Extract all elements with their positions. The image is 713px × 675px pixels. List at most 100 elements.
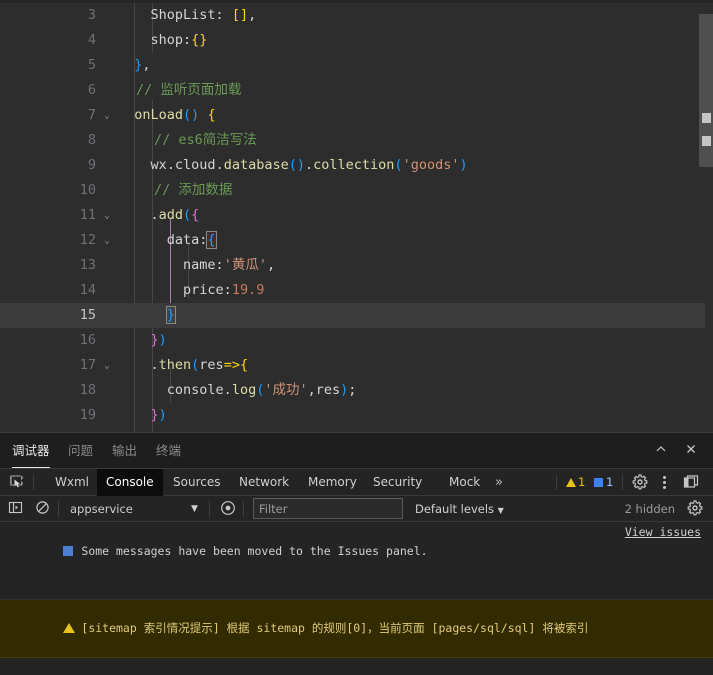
line-content: .add({ xyxy=(118,207,200,223)
close-icon[interactable] xyxy=(681,441,701,461)
chevron-up-icon[interactable] xyxy=(651,441,671,461)
line-content: name:'黄瓜', xyxy=(118,257,276,273)
dock-panel-icon[interactable] xyxy=(683,474,699,490)
more-tabs-icon[interactable]: » xyxy=(495,469,503,496)
gear-icon[interactable] xyxy=(687,500,703,516)
code-line[interactable]: 14 price:19.9 xyxy=(0,278,705,303)
console-sidebar-icon[interactable] xyxy=(8,500,26,518)
code-line[interactable]: 4 shop:{} xyxy=(0,28,705,53)
line-number: 11 xyxy=(79,207,96,223)
fold-chevron-down-icon[interactable]: ⌄ xyxy=(100,228,114,253)
console-output[interactable]: Some messages have been moved to the Iss… xyxy=(0,523,713,675)
code-line[interactable]: 6 // 监听页面加载 xyxy=(0,78,705,103)
tab-wxml[interactable]: Wxml xyxy=(46,469,98,496)
console-message-text: [sitemap 索引情况提示] 根据 sitemap 的规则[0]，当前页面 … xyxy=(81,621,589,635)
divider xyxy=(556,475,557,490)
tab-network[interactable]: Network xyxy=(230,469,298,496)
message-badge-icon xyxy=(594,478,603,487)
gear-icon[interactable] xyxy=(632,474,648,490)
editor-scrollbar-track[interactable] xyxy=(699,3,713,432)
line-number: 10 xyxy=(79,182,96,198)
panel-tab-output[interactable]: 输出 xyxy=(112,433,137,468)
line-content: console.log('成功',res); xyxy=(118,382,357,398)
panel-tab-terminal[interactable]: 终端 xyxy=(156,433,181,468)
tab-mock[interactable]: Mock xyxy=(440,469,489,496)
fold-chevron-down-icon[interactable]: ⌄ xyxy=(100,103,114,128)
console-context-select[interactable]: appservice xyxy=(70,499,210,519)
divider xyxy=(622,475,623,490)
divider xyxy=(58,501,59,517)
line-content: // es6简洁写法 xyxy=(154,132,257,148)
line-number: 14 xyxy=(79,282,96,298)
code-line[interactable]: 11 ⌄ .add({ xyxy=(0,203,705,228)
line-content: price:19.9 xyxy=(118,282,265,298)
tab-security[interactable]: Security xyxy=(364,469,431,496)
warning-count-value: 1 xyxy=(578,475,586,489)
code-line[interactable]: 8 // es6简洁写法 xyxy=(0,128,705,153)
line-number: 19 xyxy=(79,407,96,423)
clear-console-icon[interactable] xyxy=(35,500,53,518)
code-line[interactable]: 13 name:'黄瓜', xyxy=(0,253,705,278)
code-line[interactable]: 3 ShopList: [], xyxy=(0,3,705,28)
code-line[interactable]: 5 }, xyxy=(0,53,705,78)
view-issues-link[interactable]: View issues xyxy=(625,523,701,542)
code-line[interactable]: 7 ⌄ onLoad() { xyxy=(0,103,705,128)
console-filter-input[interactable] xyxy=(253,498,403,519)
line-content: ShopList: [], xyxy=(118,7,257,23)
line-number: 13 xyxy=(79,257,96,273)
message-count-badge[interactable]: 1 xyxy=(594,469,613,496)
line-content: shop:{} xyxy=(118,32,208,48)
code-line[interactable]: 9 wx.cloud.database().collection('goods'… xyxy=(0,153,705,178)
panel-tab-problems[interactable]: 问题 xyxy=(68,433,93,468)
code-line[interactable]: 19 }) xyxy=(0,403,705,428)
line-number: 17 xyxy=(79,357,96,373)
panel-tab-debugger[interactable]: 调试器 xyxy=(12,433,50,468)
kebab-menu-icon[interactable] xyxy=(657,474,671,491)
info-badge-icon xyxy=(63,546,74,556)
console-message-info[interactable]: Some messages have been moved to the Iss… xyxy=(0,523,713,600)
divider xyxy=(243,501,244,517)
fold-chevron-down-icon[interactable]: ⌄ xyxy=(100,203,114,228)
live-expression-icon[interactable] xyxy=(220,500,238,518)
console-message-warning[interactable]: [sitemap 索引情况提示] 根据 sitemap 的规则[0]，当前页面 … xyxy=(0,600,713,658)
message-count-value: 1 xyxy=(606,475,614,489)
devtools-tab-bar: Wxml Console Sources Network Memory Secu… xyxy=(0,469,713,496)
fold-chevron-down-icon[interactable]: ⌄ xyxy=(100,353,114,378)
code-line[interactable]: 18 console.log('成功',res); xyxy=(0,378,705,403)
line-content: // 添加数据 xyxy=(154,182,233,198)
line-content: data:{ xyxy=(118,231,217,249)
tab-sources[interactable]: Sources xyxy=(164,469,229,496)
line-content: }) xyxy=(118,407,167,423)
code-editor[interactable]: 3 ShopList: [], 4 shop:{} 5 }, 6 // 监听页面… xyxy=(0,0,713,432)
log-level-select[interactable]: Default levels ▼ xyxy=(415,499,504,521)
bottom-panel: 调试器 问题 输出 终端 Wxml Console Sources Networ… xyxy=(0,432,713,675)
tab-memory[interactable]: Memory xyxy=(299,469,366,496)
line-content: }) xyxy=(118,332,167,348)
warning-count-badge[interactable]: 1 xyxy=(566,469,585,496)
code-line[interactable]: 10 // 添加数据 xyxy=(0,178,705,203)
code-line-active[interactable]: 15 } xyxy=(0,303,705,328)
line-number: 4 xyxy=(87,32,96,48)
tab-console[interactable]: Console xyxy=(97,469,163,496)
chevron-down-icon[interactable]: ▼ xyxy=(191,499,198,519)
code-line[interactable]: 17 ⌄ .then(res=>{ xyxy=(0,353,705,378)
panel-tab-bar: 调试器 问题 输出 终端 xyxy=(0,433,713,468)
line-number: 18 xyxy=(79,382,96,398)
inspect-element-icon[interactable] xyxy=(8,474,25,491)
line-content: // 监听页面加载 xyxy=(136,82,242,98)
code-line[interactable]: 16 }) xyxy=(0,328,705,353)
line-number: 5 xyxy=(87,57,96,73)
code-line[interactable]: 12 ⌄ data:{ xyxy=(0,228,705,253)
line-content: } xyxy=(165,306,176,324)
line-number: 8 xyxy=(87,132,96,148)
line-content: }, xyxy=(118,57,151,73)
line-number: 12 xyxy=(79,232,96,248)
console-message-log[interactable]: 成功 ▾{_id: "b00064a7607ec9430fd659894d206… xyxy=(0,658,713,675)
line-content: onLoad() { xyxy=(118,107,216,123)
line-number: 7 xyxy=(87,107,96,123)
code-lines-container[interactable]: 3 ShopList: [], 4 shop:{} 5 }, 6 // 监听页面… xyxy=(0,3,705,432)
console-filter-bar: appservice ▼ Default levels ▼ 2 hidden xyxy=(0,496,713,522)
line-number: 3 xyxy=(87,7,96,23)
line-number: 9 xyxy=(87,157,96,173)
line-content: wx.cloud.database().collection('goods') xyxy=(118,157,468,173)
